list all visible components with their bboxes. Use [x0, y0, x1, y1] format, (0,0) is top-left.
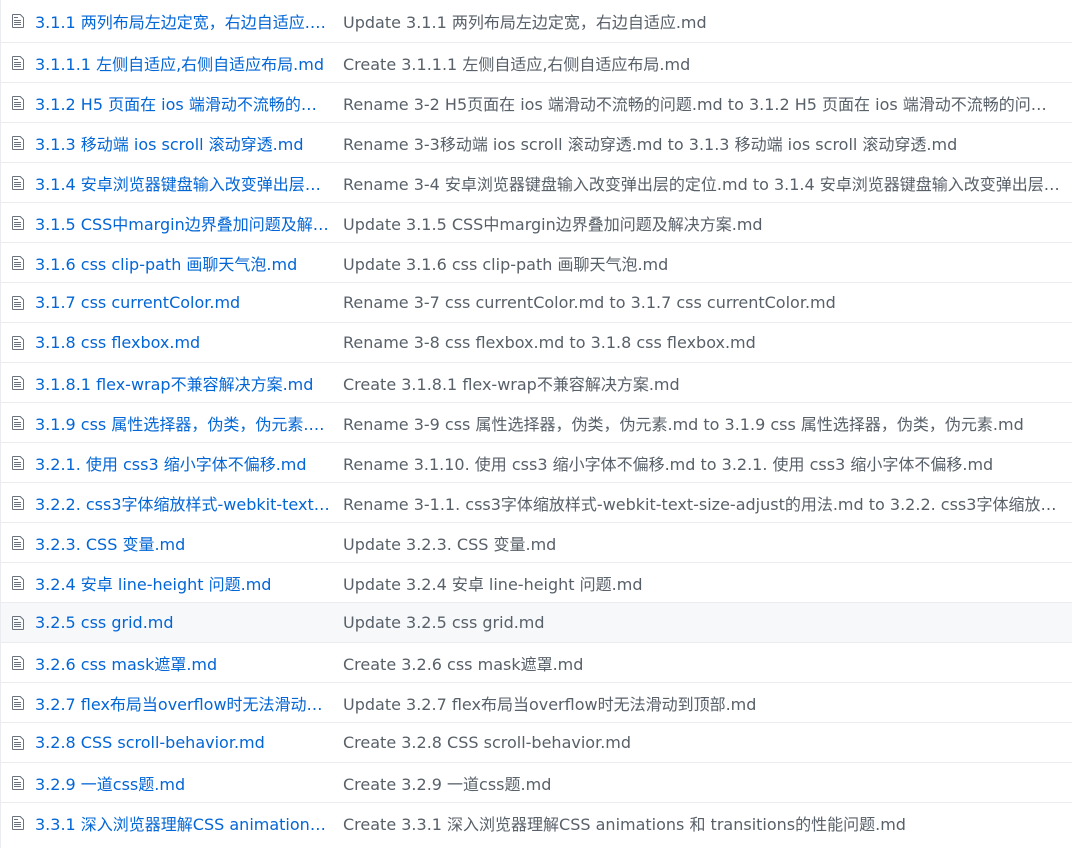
- commit-message-link[interactable]: Update 3.1.5 CSS中margin边界叠加问题及解决方案.md: [343, 211, 1072, 235]
- file-row[interactable]: 3.1.9 css 属性选择器，伪类，伪元素.md Rename 3-9 css …: [1, 402, 1072, 442]
- file-name-link[interactable]: 3.2.9 一道css题.md: [35, 771, 331, 795]
- file-name-link[interactable]: 3.2.4 安卓 line-height 问题.md: [35, 571, 331, 595]
- file-name-link[interactable]: 3.2.2. css3字体缩放样式-webkit-text-size-adjus…: [35, 491, 331, 515]
- file-name-link[interactable]: 3.3.1 深入浏览器理解CSS animations 和 transition…: [35, 811, 331, 835]
- file-row[interactable]: 3.2.8 CSS scroll-behavior.md Create 3.2.8…: [1, 722, 1072, 762]
- file-text-icon: [1, 775, 35, 791]
- commit-message-link[interactable]: Rename 3-3移动端 ios scroll 滚动穿透.md to 3.1.…: [343, 131, 1072, 155]
- file-text-icon: [1, 255, 35, 271]
- file-text-icon: [1, 55, 35, 71]
- file-text-icon: [1, 455, 35, 471]
- file-name-link[interactable]: 3.2.1. 使用 css3 缩小字体不偏移.md: [35, 451, 331, 475]
- commit-message-link[interactable]: Rename 3-2 H5页面在 ios 端滑动不流畅的问题.md to 3.1…: [343, 91, 1072, 115]
- commit-message-link[interactable]: Update 3.2.5 css grid.md: [343, 613, 1072, 632]
- commit-message-link[interactable]: Update 3.2.3. CSS 变量.md: [343, 531, 1072, 555]
- file-name-link[interactable]: 3.1.1 两列布局左边定宽，右边自适应.md: [35, 9, 331, 33]
- file-text-icon: [1, 615, 35, 631]
- commit-message-link[interactable]: Create 3.2.8 CSS scroll-behavior.md: [343, 733, 1072, 752]
- commit-message-link[interactable]: Rename 3-1.1. css3字体缩放样式-webkit-text-siz…: [343, 491, 1072, 515]
- file-text-icon: [1, 95, 35, 111]
- file-text-icon: [1, 215, 35, 231]
- file-row[interactable]: 3.1.3 移动端 ios scroll 滚动穿透.md Rename 3-3移动…: [1, 122, 1072, 162]
- commit-message-link[interactable]: Rename 3-4 安卓浏览器键盘输入改变弹出层的定位.md to 3.1.4…: [343, 171, 1072, 195]
- file-text-icon: [1, 13, 35, 29]
- file-row[interactable]: 3.1.8.1 flex-wrap不兼容解决方案.md Create 3.1.8.…: [1, 362, 1072, 402]
- file-text-icon: [1, 655, 35, 671]
- file-text-icon: [1, 375, 35, 391]
- file-text-icon: [1, 135, 35, 151]
- file-name-link[interactable]: 3.1.2 H5 页面在 ios 端滑动不流畅的问题.md: [35, 91, 331, 115]
- file-list: 3.1.1 两列布局左边定宽，右边自适应.md Update 3.1.1 两列布局…: [0, 0, 1072, 848]
- file-text-icon: [1, 535, 35, 551]
- commit-message-link[interactable]: Rename 3-8 css flexbox.md to 3.1.8 css f…: [343, 333, 1072, 352]
- file-text-icon: [1, 815, 35, 831]
- commit-message-link[interactable]: Update 3.2.4 安卓 line-height 问题.md: [343, 571, 1072, 595]
- commit-message-link[interactable]: Create 3.3.1 深入浏览器理解CSS animations 和 tra…: [343, 811, 1072, 835]
- file-row[interactable]: 3.2.9 一道css题.md Create 3.2.9 一道css题.md: [1, 762, 1072, 802]
- file-name-link[interactable]: 3.2.8 CSS scroll-behavior.md: [35, 733, 331, 752]
- file-row[interactable]: 3.2.6 css mask遮罩.md Create 3.2.6 css mask…: [1, 642, 1072, 682]
- file-text-icon: [1, 415, 35, 431]
- file-name-link[interactable]: 3.1.7 css currentColor.md: [35, 293, 331, 312]
- file-name-link[interactable]: 3.1.8.1 flex-wrap不兼容解决方案.md: [35, 371, 331, 395]
- commit-message-link[interactable]: Update 3.1.1 两列布局左边定宽，右边自适应.md: [343, 9, 1072, 33]
- file-row[interactable]: 3.1.2 H5 页面在 ios 端滑动不流畅的问题.md Rename 3-2 …: [1, 82, 1072, 122]
- file-text-icon: [1, 335, 35, 351]
- file-row[interactable]: 3.2.4 安卓 line-height 问题.md Update 3.2.4 安…: [1, 562, 1072, 602]
- file-row[interactable]: 3.1.7 css currentColor.md Rename 3-7 css …: [1, 282, 1072, 322]
- file-name-link[interactable]: 3.1.3 移动端 ios scroll 滚动穿透.md: [35, 131, 331, 155]
- file-name-link[interactable]: 3.1.1.1 左侧自适应,右侧自适应布局.md: [35, 51, 331, 75]
- file-name-link[interactable]: 3.2.3. CSS 变量.md: [35, 531, 331, 555]
- commit-message-link[interactable]: Rename 3-9 css 属性选择器，伪类，伪元素.md to 3.1.9 …: [343, 411, 1072, 435]
- file-name-link[interactable]: 3.1.6 css clip-path 画聊天气泡.md: [35, 251, 331, 275]
- file-row[interactable]: 3.1.6 css clip-path 画聊天气泡.md Update 3.1.6…: [1, 242, 1072, 282]
- commit-message-link[interactable]: Rename 3.1.10. 使用 css3 缩小字体不偏移.md to 3.2…: [343, 451, 1072, 475]
- file-text-icon: [1, 495, 35, 511]
- file-row[interactable]: 3.1.4 安卓浏览器键盘输入改变弹出层的定位.md Rename 3-4 安卓浏…: [1, 162, 1072, 202]
- file-name-link[interactable]: 3.2.6 css mask遮罩.md: [35, 651, 331, 675]
- file-row[interactable]: 3.2.3. CSS 变量.md Update 3.2.3. CSS 变量.md: [1, 522, 1072, 562]
- file-name-link[interactable]: 3.1.8 css flexbox.md: [35, 333, 331, 352]
- commit-message-link[interactable]: Create 3.2.9 一道css题.md: [343, 771, 1072, 795]
- file-row[interactable]: 3.1.5 CSS中margin边界叠加问题及解决方案.md Update 3.1…: [1, 202, 1072, 242]
- commit-message-link[interactable]: Rename 3-7 css currentColor.md to 3.1.7 …: [343, 293, 1072, 312]
- file-text-icon: [1, 735, 35, 751]
- file-row[interactable]: 3.3.1 深入浏览器理解CSS animations 和 transition…: [1, 802, 1072, 842]
- file-text-icon: [1, 295, 35, 311]
- file-text-icon: [1, 695, 35, 711]
- file-name-link[interactable]: 3.2.7 flex布局当overflow时无法滑动到顶部.md: [35, 691, 331, 715]
- file-text-icon: [1, 175, 35, 191]
- file-row[interactable]: 3.1.8 css flexbox.md Rename 3-8 css flexb…: [1, 322, 1072, 362]
- file-name-link[interactable]: 3.1.5 CSS中margin边界叠加问题及解决方案.md: [35, 211, 331, 235]
- file-name-link[interactable]: 3.2.5 css grid.md: [35, 613, 331, 632]
- file-text-icon: [1, 575, 35, 591]
- commit-message-link[interactable]: Update 3.1.6 css clip-path 画聊天气泡.md: [343, 251, 1072, 275]
- file-row[interactable]: 3.2.5 css grid.md Update 3.2.5 css grid.m…: [1, 602, 1072, 642]
- commit-message-link[interactable]: Create 3.1.8.1 flex-wrap不兼容解决方案.md: [343, 371, 1072, 395]
- file-name-link[interactable]: 3.1.4 安卓浏览器键盘输入改变弹出层的定位.md: [35, 171, 331, 195]
- file-row[interactable]: 3.1.1 两列布局左边定宽，右边自适应.md Update 3.1.1 两列布局…: [1, 0, 1072, 42]
- file-row[interactable]: 3.2.2. css3字体缩放样式-webkit-text-size-adjus…: [1, 482, 1072, 522]
- commit-message-link[interactable]: Update 3.2.7 flex布局当overflow时无法滑动到顶部.md: [343, 691, 1072, 715]
- commit-message-link[interactable]: Create 3.2.6 css mask遮罩.md: [343, 651, 1072, 675]
- commit-message-link[interactable]: Create 3.1.1.1 左侧自适应,右侧自适应布局.md: [343, 51, 1072, 75]
- file-row[interactable]: 3.2.1. 使用 css3 缩小字体不偏移.md Rename 3.1.10. …: [1, 442, 1072, 482]
- file-row[interactable]: 3.2.7 flex布局当overflow时无法滑动到顶部.md Update 3…: [1, 682, 1072, 722]
- file-row[interactable]: 3.1.1.1 左侧自适应,右侧自适应布局.md Create 3.1.1.1 左…: [1, 42, 1072, 82]
- file-name-link[interactable]: 3.1.9 css 属性选择器，伪类，伪元素.md: [35, 411, 331, 435]
